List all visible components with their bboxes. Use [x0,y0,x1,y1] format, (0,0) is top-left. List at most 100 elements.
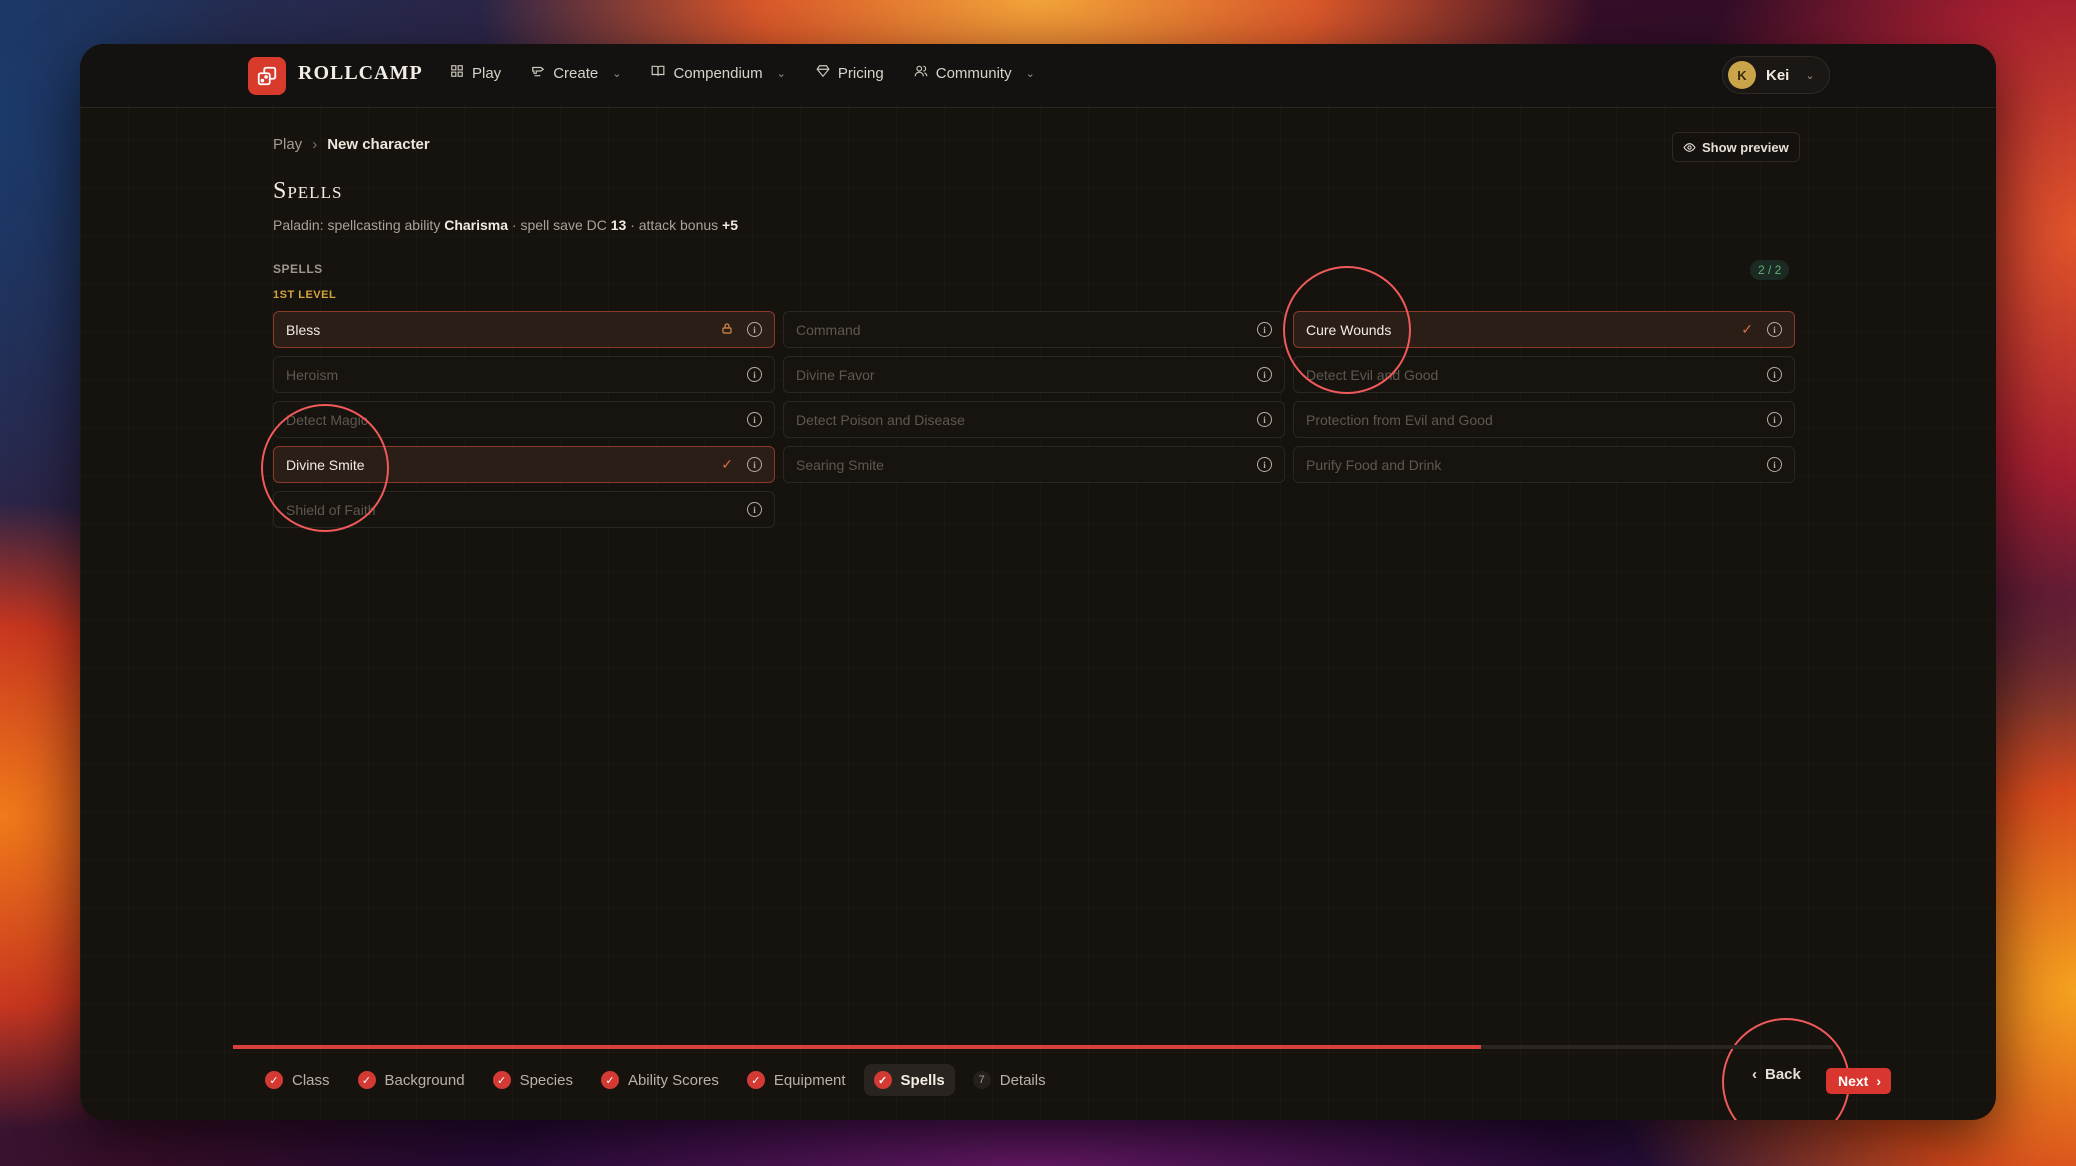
nav-pricing[interactable]: Pricing [816,64,884,82]
spell-option[interactable]: Heroism i [273,356,775,393]
spell-name: Heroism [286,366,339,383]
spell-name: Command [796,321,861,338]
summary-text: · spell save DC [508,217,611,233]
nav-label: Compendium [673,64,763,82]
page-title: Spells [273,178,343,204]
step-label: Background [384,1071,465,1089]
nav-compendium[interactable]: Compendium ⌄ [651,64,786,82]
spell-option[interactable]: Detect Evil and Good i [1293,356,1795,393]
nav-label: Play [472,64,502,82]
book-icon [651,64,665,82]
section-label: SPELLS [273,262,323,276]
spell-name: Searing Smite [796,456,884,473]
check-circle-icon: ✓ [873,1071,892,1089]
step-species[interactable]: ✓ Species [483,1064,583,1096]
spell-option[interactable]: Detect Magic i [273,401,775,438]
spell-name: Purify Food and Drink [1306,456,1442,473]
users-icon [914,64,928,82]
anvil-icon [531,64,545,82]
chevron-right-icon: › [1876,1073,1882,1089]
spell-option[interactable]: Searing Smite i [783,446,1285,483]
spell-option[interactable]: Bless i [273,311,775,348]
spell-name: Shield of Faith [286,501,376,518]
user-menu[interactable]: K Kei ⌄ [1722,56,1830,94]
avatar: K [1728,61,1756,89]
chevron-left-icon: ‹ [1752,1066,1757,1083]
spellcasting-summary: Paladin: spellcasting ability Charisma ·… [273,217,738,233]
nav-create[interactable]: Create ⌄ [531,64,621,82]
info-icon[interactable]: i [747,502,762,517]
attack-bonus: +5 [722,217,738,233]
show-preview-label: Show preview [1702,139,1789,155]
selection-counter: 2 / 2 [1750,260,1790,280]
spell-name: Detect Poison and Disease [796,411,965,428]
nav-label: Create [553,64,599,82]
info-icon[interactable]: i [747,412,762,427]
spell-save-dc: 13 [610,217,627,233]
info-icon[interactable]: i [1767,457,1782,472]
spell-option[interactable]: Divine Favor i [783,356,1285,393]
show-preview-button[interactable]: Show preview [1672,132,1800,162]
info-icon[interactable]: i [747,457,762,472]
spell-option[interactable]: Protection from Evil and Good i [1293,401,1795,438]
info-icon[interactable]: i [1767,367,1782,382]
progress-bar [233,1045,1833,1049]
info-icon[interactable]: i [1257,367,1272,382]
breadcrumb-play-link[interactable]: Play [273,136,302,153]
eye-icon [1683,142,1696,152]
nav-community[interactable]: Community ⌄ [914,64,1035,82]
back-button[interactable]: ‹ Back [1752,1066,1801,1083]
top-navigation-bar: ROLLCAMP Play Create ⌄ Compendium ⌄ Pricing Co… [80,44,1996,108]
info-icon[interactable]: i [1767,322,1782,337]
info-icon[interactable]: i [1257,322,1272,337]
check-circle-icon: ✓ [746,1071,765,1089]
spell-level-label: 1ST LEVEL [273,289,337,301]
step-label: Spells [900,1071,945,1089]
spell-grid: Bless i Command i Cure Wounds ✓ i Heroism i Divin… [273,311,1795,528]
step-label: Equipment [773,1071,846,1089]
spell-name: Detect Magic [286,411,368,428]
spell-name: Protection from Evil and Good [1306,411,1493,428]
diamond-icon [816,64,830,82]
step-spells[interactable]: ✓ Spells [863,1064,955,1096]
step-label: Species [519,1071,573,1089]
check-circle-icon: ✓ [492,1071,511,1089]
spellcasting-ability: Charisma [444,217,509,233]
spell-option[interactable]: Command i [783,311,1285,348]
step-details[interactable]: 7 Details [963,1064,1056,1096]
app-window: ROLLCAMP Play Create ⌄ Compendium ⌄ Pricing Co… [80,44,1996,1120]
rollcamp-logo-icon[interactable] [248,57,286,95]
spell-name: Divine Favor [796,366,875,383]
spell-option[interactable]: Cure Wounds ✓ i [1293,311,1795,348]
spell-name: Cure Wounds [1306,321,1392,338]
step-ability-scores[interactable]: ✓ Ability Scores [591,1064,729,1096]
brand-name[interactable]: ROLLCAMP [298,62,423,85]
chevron-down-icon: ⌄ [1025,67,1035,80]
back-label: Back [1765,1066,1801,1083]
step-equipment[interactable]: ✓ Equipment [737,1064,856,1096]
info-icon[interactable]: i [747,367,762,382]
nav-play[interactable]: Play [450,64,501,82]
info-icon[interactable]: i [1767,412,1782,427]
spell-name: Detect Evil and Good [1306,366,1439,383]
breadcrumb: Play › New character [273,136,430,153]
info-icon[interactable]: i [1257,412,1272,427]
step-background[interactable]: ✓ Background [348,1064,475,1096]
spell-option[interactable]: Detect Poison and Disease i [783,401,1285,438]
wizard-steps: ✓ Class ✓ Background ✓ Species ✓ Ability Scores… [255,1064,1056,1096]
next-button[interactable]: Next › [1826,1068,1892,1094]
progress-fill [233,1045,1481,1049]
spell-option[interactable]: Divine Smite ✓ i [273,446,775,483]
step-label: Ability Scores [627,1071,719,1089]
step-class[interactable]: ✓ Class [255,1064,340,1096]
chevron-down-icon: ⌄ [776,67,786,80]
step-label: Details [999,1071,1046,1089]
lock-icon [721,322,733,338]
spell-option[interactable]: Purify Food and Drink i [1293,446,1795,483]
spell-option[interactable]: Shield of Faith i [273,491,775,528]
info-icon[interactable]: i [747,322,762,337]
next-label: Next [1838,1073,1869,1089]
breadcrumb-current: New character [327,136,430,153]
summary-text: Paladin: spellcasting ability [273,217,445,233]
info-icon[interactable]: i [1257,457,1272,472]
